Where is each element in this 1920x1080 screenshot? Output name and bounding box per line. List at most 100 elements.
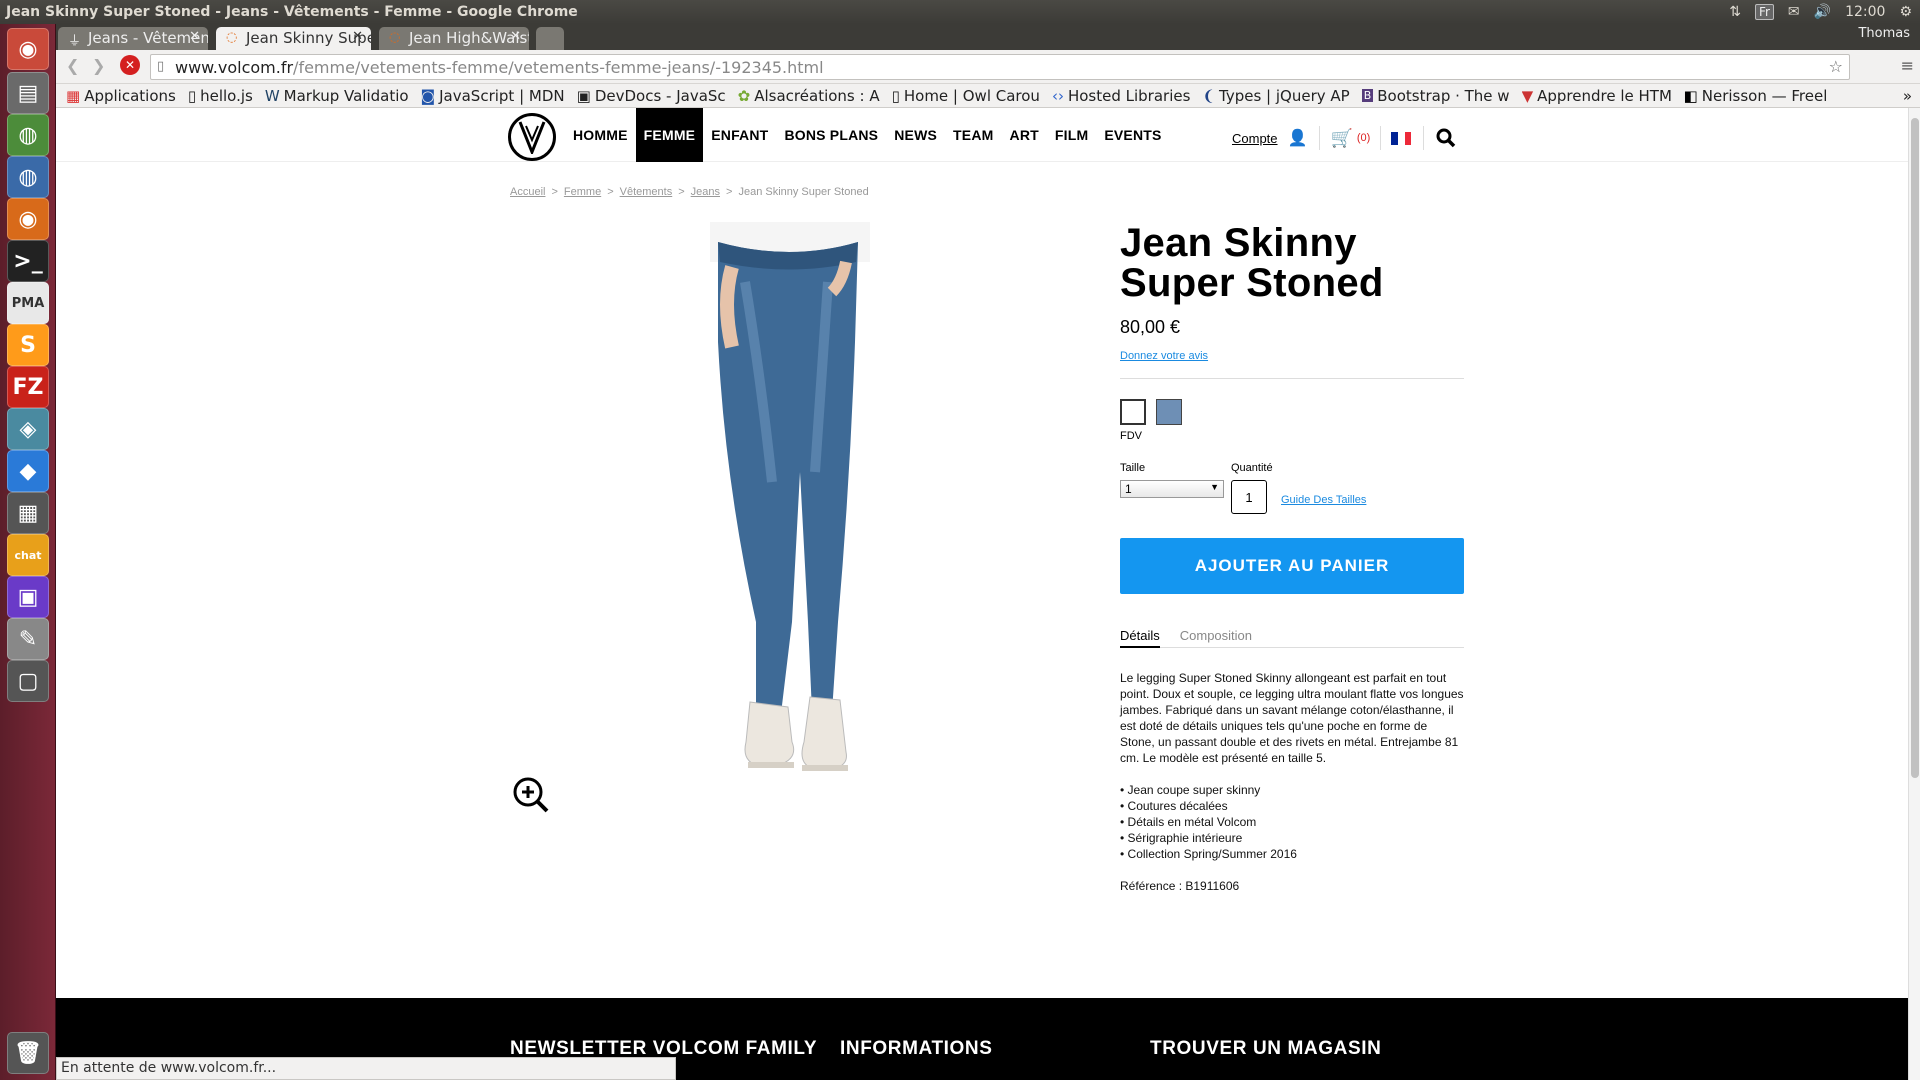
feature-list: • Jean coupe super skinny • Coutures déc… <box>1120 782 1464 862</box>
stop-icon[interactable]: ✕ <box>120 55 140 75</box>
quantity-input[interactable]: 1 <box>1231 480 1267 514</box>
dropbox-icon[interactable]: ◆ <box>7 450 49 492</box>
address-bar[interactable]: ▯ www.volcom.fr/femme/vetements-femme/ve… <box>150 54 1850 80</box>
bookmark-item[interactable]: ◧ Nerisson — Freel <box>1684 87 1828 105</box>
menu-icon[interactable]: ≡ <box>1901 56 1914 75</box>
breadcrumb-link[interactable]: Vêtements <box>620 186 673 198</box>
tab-composition[interactable]: Composition <box>1180 628 1252 648</box>
scrollbar-thumb[interactable] <box>1911 118 1919 778</box>
calculator-icon[interactable]: ▦ <box>7 492 49 534</box>
bookmark-item[interactable]: ▯ Home | Owl Carou <box>892 87 1040 105</box>
product-description: Le legging Super Stoned Skinny allongean… <box>1120 670 1464 894</box>
search-icon[interactable] <box>1436 128 1456 148</box>
forward-icon[interactable]: ❯ <box>92 56 105 75</box>
review-link[interactable]: Donnez votre avis <box>1120 350 1464 362</box>
nav-femme[interactable]: FEMME <box>635 108 704 162</box>
profile-name[interactable]: Thomas <box>1858 26 1910 41</box>
terminal-icon[interactable]: >_ <box>7 240 49 282</box>
divider <box>1120 378 1464 379</box>
bookmark-item[interactable]: ‹› Hosted Libraries <box>1052 87 1190 105</box>
nav-team[interactable]: TEAM <box>945 108 1001 162</box>
apps-icon: ▦ <box>66 86 81 105</box>
breadcrumb-link[interactable]: Accueil <box>510 186 545 198</box>
bookmark-item[interactable]: B Bootstrap · The w <box>1361 87 1510 105</box>
url-host: www.volcom.fr <box>175 58 294 77</box>
header-actions: Compte 👤 🛒 (0) <box>1232 126 1456 150</box>
text-editor-icon[interactable]: ✎ <box>7 618 49 660</box>
phpmyadmin-icon[interactable]: PMA <box>7 282 49 324</box>
volcom-logo[interactable] <box>508 113 556 161</box>
firefox-icon[interactable]: ◉ <box>7 198 49 240</box>
list-item: • Sérigraphie intérieure <box>1120 831 1243 845</box>
files-icon[interactable]: ▤ <box>7 72 49 114</box>
loading-icon: ◌ <box>226 30 238 45</box>
bookmark-item[interactable]: ❨ Types | jQuery AP <box>1202 87 1349 105</box>
close-icon[interactable]: ✕ <box>189 29 200 44</box>
bookmark-item[interactable]: ▣ DevDocs - JavaSc <box>577 87 726 105</box>
browser-tab[interactable]: ⏚ Jeans - Vêtements - F ✕ <box>58 27 208 50</box>
browser-tab[interactable]: ◌ Jean High&Waisted ✕ <box>379 27 529 50</box>
back-icon[interactable]: ❮ <box>66 56 79 75</box>
footer-heading-store-locator: TROUVER UN MAGASIN <box>1150 1038 1382 1059</box>
close-icon[interactable]: ✕ <box>510 29 521 44</box>
add-to-cart-button[interactable]: AJOUTER AU PANIER <box>1120 538 1464 594</box>
color-swatch-selected[interactable] <box>1120 399 1146 425</box>
close-icon[interactable]: ✕ <box>352 29 363 44</box>
workspace-switcher-icon[interactable]: ▢ <box>7 660 49 702</box>
nav-film[interactable]: FILM <box>1047 108 1096 162</box>
nav-bons-plans[interactable]: BONS PLANS <box>776 108 886 162</box>
chromium-icon[interactable]: ◍ <box>7 156 49 198</box>
size-label: Taille <box>1120 462 1146 474</box>
breadcrumb-link[interactable]: Femme <box>564 186 601 198</box>
launcher: ◉ ▤ ◍ ◍ ◉ >_ PMA S FZ ◈ ◆ ▦ chat ▣ ✎ ▢ 🗑 <box>0 24 56 1080</box>
new-tab-button[interactable] <box>536 27 564 50</box>
trash-icon[interactable]: 🗑 <box>7 1032 49 1074</box>
cube-app-icon[interactable]: ▣ <box>7 576 49 618</box>
bookmark-item[interactable]: ▼ Apprendre le HTM <box>1522 87 1672 105</box>
bookmarks-overflow-icon[interactable]: » <box>1903 87 1912 105</box>
bookmark-star-icon[interactable]: ☆ <box>1829 57 1843 76</box>
user-icon[interactable]: 👤 <box>1288 128 1308 148</box>
nav-art[interactable]: ART <box>1002 108 1047 162</box>
size-guide-link[interactable]: Guide Des Tailles <box>1281 494 1366 506</box>
sublime-text-icon[interactable]: S <box>7 324 49 366</box>
mdn-icon: ◙ <box>420 86 436 105</box>
product-reference: Référence : B1911606 <box>1120 879 1240 893</box>
zoom-in-icon[interactable] <box>512 776 550 814</box>
bookmark-item[interactable]: ▦ Applications <box>66 87 176 105</box>
breadcrumb-link[interactable]: Jeans <box>691 186 720 198</box>
quantity-label: Quantité <box>1231 462 1273 474</box>
color-name: FDV <box>1120 430 1142 442</box>
tab-details[interactable]: Détails <box>1120 628 1160 648</box>
french-flag-icon[interactable] <box>1391 131 1412 145</box>
page-scrollbar[interactable] <box>1908 108 1920 1080</box>
product-tabs: Détails Composition <box>1120 628 1464 648</box>
filezilla-icon[interactable]: FZ <box>7 366 49 408</box>
gear-icon[interactable]: ⚙ <box>1899 4 1912 20</box>
nav-news[interactable]: NEWS <box>886 108 945 162</box>
chat-app-icon[interactable]: chat <box>7 534 49 576</box>
chrome-icon[interactable]: ◍ <box>7 114 49 156</box>
mysql-workbench-icon[interactable]: ◈ <box>7 408 49 450</box>
network-icon[interactable]: ⇅ <box>1729 4 1741 20</box>
nav-enfant[interactable]: ENFANT <box>703 108 776 162</box>
nav-homme[interactable]: HOMME <box>565 108 636 162</box>
product-image[interactable] <box>510 222 1110 822</box>
bookmark-item[interactable]: ▯ hello.js <box>188 87 253 105</box>
browser-tab-active[interactable]: ◌ Jean Skinny Super St ✕ <box>216 27 371 50</box>
clock[interactable]: 12:00 <box>1845 4 1885 20</box>
cart-count[interactable]: (0) <box>1357 132 1370 144</box>
dash-icon[interactable]: ◉ <box>7 28 49 70</box>
cart-icon[interactable]: 🛒 <box>1330 128 1352 149</box>
mail-icon[interactable]: ✉ <box>1788 4 1800 20</box>
bookmark-item[interactable]: W Markup Validatio <box>265 87 409 105</box>
bookmark-item[interactable]: ◙ JavaScript | MDN <box>421 87 565 105</box>
account-link[interactable]: Compte <box>1232 131 1278 146</box>
volume-icon[interactable]: 🔊 <box>1814 4 1831 20</box>
list-item: • Coutures décalées <box>1120 799 1228 813</box>
color-swatch[interactable] <box>1156 399 1182 425</box>
bookmark-item[interactable]: ✿ Alsacréations : A <box>738 87 880 105</box>
keyboard-layout-indicator[interactable]: Fr <box>1754 4 1774 20</box>
size-select[interactable]: 1 ▼ <box>1120 480 1224 498</box>
nav-events[interactable]: EVENTS <box>1096 108 1169 162</box>
